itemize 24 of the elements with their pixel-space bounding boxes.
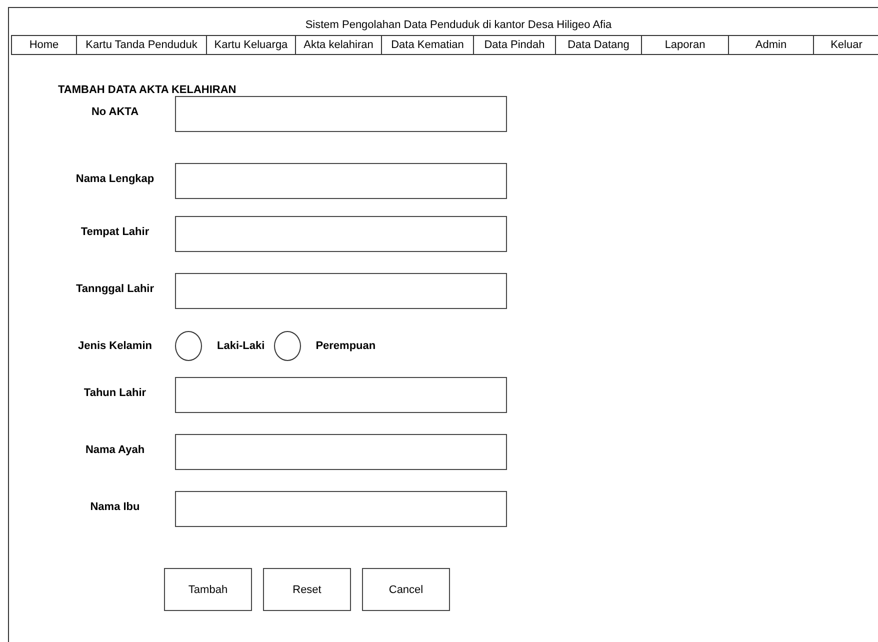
radio-label: Perempuan [316, 340, 376, 352]
text-field[interactable] [175, 96, 507, 132]
text-field[interactable] [175, 491, 507, 527]
radio-label: Laki-Laki [217, 340, 265, 352]
field-label: Nama Ibu [89, 500, 141, 513]
field-label: Tempat Lahir [80, 225, 150, 238]
field-label: Tahun Lahir [82, 386, 148, 399]
field-label: Nama Lengkap [74, 172, 156, 185]
field-label: Jenis Kelamin [77, 339, 153, 352]
form-button[interactable]: Tambah [164, 568, 252, 611]
text-field[interactable] [175, 377, 507, 413]
radio-button[interactable] [175, 331, 202, 361]
field-label: Nama Ayah [84, 443, 146, 456]
text-field[interactable] [175, 434, 507, 470]
app-title: Sistem Pengolahan Data Penduduk di kantor Desa Hiligeo Afia [304, 18, 613, 33]
form-title: TAMBAH DATA AKTA KELAHIRAN [58, 84, 238, 96]
form-button[interactable]: Reset [263, 568, 351, 611]
text-field[interactable] [175, 273, 507, 309]
form-button[interactable]: Cancel [362, 568, 450, 611]
field-label: No AKTA [90, 105, 140, 118]
text-field[interactable] [175, 216, 507, 252]
field-label: Tannggal Lahir [74, 282, 156, 295]
radio-button[interactable] [274, 331, 301, 361]
text-field[interactable] [175, 163, 507, 199]
